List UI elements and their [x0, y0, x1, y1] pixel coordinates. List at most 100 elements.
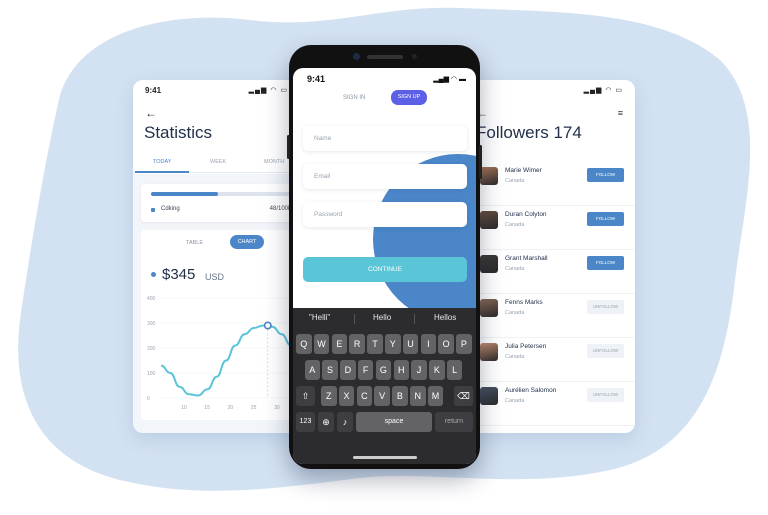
backspace-key[interactable]: ⌫ [454, 386, 473, 406]
key-s[interactable]: S [322, 360, 338, 380]
key-u[interactable]: U [402, 334, 419, 354]
follower-name[interactable]: Julia Petersen [505, 343, 546, 350]
signup-tab[interactable]: SIGN UP [391, 90, 427, 105]
volume-button [287, 135, 290, 159]
key-t[interactable]: T [367, 334, 383, 354]
key-w[interactable]: W [313, 334, 330, 354]
follower-name[interactable]: Marie Wimer [505, 167, 542, 174]
page-title: Followers 174 [476, 123, 582, 142]
follower-row: Aurélien Salomon Canada UNFOLLOW [470, 382, 635, 426]
avatar[interactable] [480, 167, 498, 185]
key-h[interactable]: H [393, 360, 409, 380]
follower-name[interactable]: Aurélien Salomon [505, 387, 556, 394]
status-icons: ▂▄▆ ◠ ▭ [583, 87, 623, 94]
key-o[interactable]: O [438, 334, 454, 354]
key-g[interactable]: G [375, 360, 392, 380]
follow-button[interactable]: FOLLOW [587, 212, 624, 226]
signin-tab[interactable]: SIGN IN [343, 95, 365, 101]
numbers-key[interactable]: 123 [296, 412, 315, 432]
globe-key-icon[interactable]: ⊕ [318, 412, 334, 432]
statistics-screen: 9:41 ▂▄▆ ◠ ▭ ← Statistics TODAY WEEK MON… [133, 80, 298, 433]
avatar[interactable] [480, 387, 498, 405]
key-b[interactable]: B [392, 386, 408, 406]
home-indicator [353, 456, 417, 459]
follower-name[interactable]: Duran Colyton [505, 211, 547, 218]
followers-screen: ▂▄▆ ◠ ▭ ← ≡ Followers 174 Marie Wimer Can… [470, 80, 635, 433]
back-arrow-icon[interactable]: ← [145, 106, 157, 120]
x-tick-label: 15 [204, 405, 210, 411]
follow-button[interactable]: FOLLOW [587, 168, 624, 182]
amount-currency: USD [205, 272, 225, 282]
key-c[interactable]: C [356, 386, 373, 406]
suggestion-3[interactable]: Hellos [434, 313, 456, 322]
key-n[interactable]: N [410, 386, 426, 406]
filter-icon[interactable]: ≡ [618, 108, 623, 118]
amount-value: $345 [162, 266, 196, 283]
avatar[interactable] [480, 343, 498, 361]
avatar[interactable] [480, 299, 498, 317]
name-field[interactable]: Name [303, 126, 467, 151]
tab-month[interactable]: MONTH [264, 159, 284, 165]
phone-screen: 9:41 ▂▄▆ ◠ ▬ SIGN IN SIGN UP Name Email … [293, 68, 476, 464]
tab-today[interactable]: TODAY [153, 159, 171, 165]
key-j[interactable]: J [411, 360, 427, 380]
y-tick-label: 300 [147, 321, 156, 327]
status-icons: ▂▄▆ ◠ ▬ [433, 76, 466, 83]
key-z[interactable]: Z [321, 386, 337, 406]
key-x[interactable]: X [338, 386, 355, 406]
follower-row: Duran Colyton Canada FOLLOW [470, 206, 635, 250]
segment-chart[interactable]: CHART [230, 235, 264, 249]
y-tick-label: 100 [147, 371, 156, 377]
onscreen-keyboard: "Helli" Hello Hellos ⇧ ⌫ 123 ⊕ ♪ space r… [293, 308, 476, 464]
email-field[interactable]: Email [303, 164, 467, 189]
microphone-key-icon[interactable]: ♪ [337, 412, 353, 432]
follower-name[interactable]: Fenns Marks [505, 299, 543, 306]
suggestion-2[interactable]: Hello [373, 313, 391, 322]
key-l[interactable]: L [446, 360, 463, 380]
x-tick-label: 30 [274, 405, 280, 411]
progress-track [151, 192, 291, 196]
follower-row: Julia Petersen Canada UNFOLLOW [470, 338, 635, 382]
status-time: 9:41 [145, 86, 162, 95]
power-button [479, 145, 482, 179]
key-q[interactable]: Q [296, 334, 312, 354]
key-i[interactable]: I [420, 334, 437, 354]
shift-key[interactable]: ⇧ [296, 386, 315, 406]
progress-label: Cdking [161, 206, 180, 212]
password-field[interactable]: Password [303, 202, 467, 227]
tab-week[interactable]: WEEK [210, 159, 226, 165]
unfollow-button[interactable]: UNFOLLOW [587, 388, 624, 402]
avatar[interactable] [480, 211, 498, 229]
mockup-stage: 9:41 ▂▄▆ ◠ ▭ ← Statistics TODAY WEEK MON… [0, 0, 768, 515]
legend-dot-icon [151, 272, 156, 277]
progress-dot-icon [151, 208, 155, 212]
front-camera [353, 53, 360, 60]
suggestion-divider [354, 314, 355, 324]
unfollow-button[interactable]: UNFOLLOW [587, 344, 624, 358]
status-icons: ▂▄▆ ◠ ▭ [248, 87, 288, 94]
key-a[interactable]: A [304, 360, 320, 380]
key-p[interactable]: P [456, 334, 472, 354]
key-d[interactable]: D [340, 360, 356, 380]
follower-country: Canada [505, 178, 525, 184]
follow-button[interactable]: FOLLOW [587, 256, 624, 270]
series-line [160, 324, 292, 397]
chart-card: TABLE CHART $345 USD 0 100 200 300 400 10 15 20… [141, 230, 298, 420]
space-key[interactable]: space [356, 412, 432, 432]
key-f[interactable]: F [357, 360, 374, 380]
key-k[interactable]: K [429, 360, 445, 380]
key-m[interactable]: M [427, 386, 444, 406]
return-key[interactable]: return [435, 412, 473, 432]
y-tick-label: 400 [147, 296, 156, 302]
key-e[interactable]: E [331, 334, 348, 354]
follower-name[interactable]: Grant Marshall [505, 255, 548, 262]
key-v[interactable]: V [374, 386, 390, 406]
suggestion-1[interactable]: "Helli" [309, 313, 330, 322]
segment-table[interactable]: TABLE [186, 240, 203, 246]
follower-country: Canada [505, 310, 525, 316]
key-y[interactable]: Y [385, 334, 401, 354]
avatar[interactable] [480, 255, 498, 273]
key-r[interactable]: R [349, 334, 365, 354]
continue-button[interactable]: CONTINUE [303, 257, 467, 282]
unfollow-button[interactable]: UNFOLLOW [587, 300, 624, 314]
